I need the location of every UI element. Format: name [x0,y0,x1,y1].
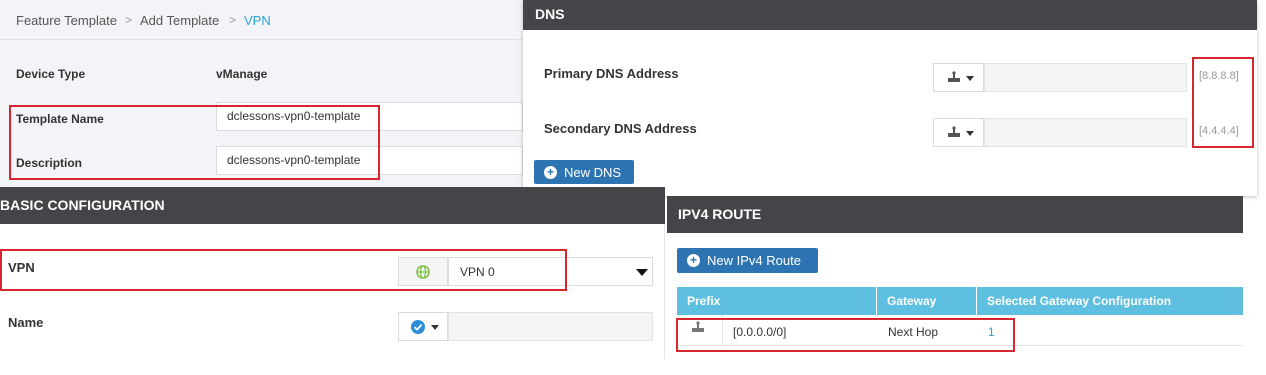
check-circle-icon [411,320,425,337]
primary-dns-scope-dropdown[interactable] [933,63,984,92]
primary-dns-default: [8.8.8.8] [1199,70,1239,82]
secondary-dns-input[interactable] [984,118,1187,147]
name-label: Name [8,315,44,330]
basic-configuration-header: BASIC CONFIGURATION [0,187,665,224]
vpn-select[interactable]: VPN 0 [448,257,653,286]
secondary-dns-label: Secondary DNS Address [544,121,697,136]
name-input[interactable] [448,312,653,341]
breadcrumb-separator: > [229,13,237,27]
ipv4-route-panel: IPV4 ROUTE + New IPv4 Route Prefix Gatew… [667,196,1243,354]
new-ipv4-route-button[interactable]: + New IPv4 Route [677,248,818,273]
plus-icon: + [544,165,557,179]
basic-configuration-panel: BASIC CONFIGURATION VPN VPN 0 Name [0,187,665,359]
cell-divider [722,315,723,345]
vpn-select-value: VPN 0 [460,265,495,279]
new-ipv4-route-label: New IPv4 Route [707,253,801,268]
breadcrumb-add-template[interactable]: Add Template [140,13,219,28]
vpn-label: VPN [8,260,35,275]
secondary-dns-scope-dropdown[interactable] [933,118,984,147]
plus-icon: + [687,254,700,267]
dns-header: DNS [523,0,1257,30]
device-specific-icon [947,71,961,86]
breadcrumb-vpn: VPN [244,13,271,28]
breadcrumb-feature-template[interactable]: Feature Template [16,13,117,28]
chevron-down-icon [966,131,974,136]
column-header-prefix[interactable]: Prefix [677,287,876,315]
chevron-down-icon [431,325,439,330]
new-dns-label: New DNS [564,164,622,180]
description-input[interactable]: dclessons-vpn0-template [216,146,523,175]
column-header-gateway-config[interactable]: Selected Gateway Configuration [977,287,1243,315]
template-name-input[interactable]: dclessons-vpn0-template [216,102,523,131]
dns-panel: DNS Primary DNS Address [8.8.8.8] Second… [523,0,1257,196]
primary-dns-label: Primary DNS Address [544,66,679,81]
device-specific-icon [947,126,961,141]
globe-icon [416,265,430,282]
description-label: Description [16,156,83,170]
route-prefix-cell: [0.0.0.0/0] [733,325,787,339]
name-scope-dropdown[interactable] [398,312,448,341]
column-header-gateway[interactable]: Gateway [877,287,976,315]
breadcrumb-separator: > [125,13,133,27]
new-dns-button[interactable]: + New DNS [534,160,634,184]
dropdown-arrow-icon [636,269,648,276]
template-name-label: Template Name [16,112,104,126]
route-gateway-config-link[interactable]: 1 [988,325,995,339]
vpn-scope-button[interactable] [398,257,448,286]
breadcrumb: Feature Template > Add Template > VPN [0,0,523,40]
device-specific-icon [691,321,705,336]
ipv4-route-header: IPV4 ROUTE [667,196,1243,233]
device-type-label: Device Type [16,67,86,81]
device-type-value: vManage [216,67,268,81]
secondary-dns-default: [4.4.4.4] [1199,125,1239,137]
template-info: Device Type vManage Template Name dcless… [0,40,523,187]
chevron-down-icon [966,76,974,81]
route-gateway-cell: Next Hop [888,325,939,339]
primary-dns-input[interactable] [984,63,1187,92]
